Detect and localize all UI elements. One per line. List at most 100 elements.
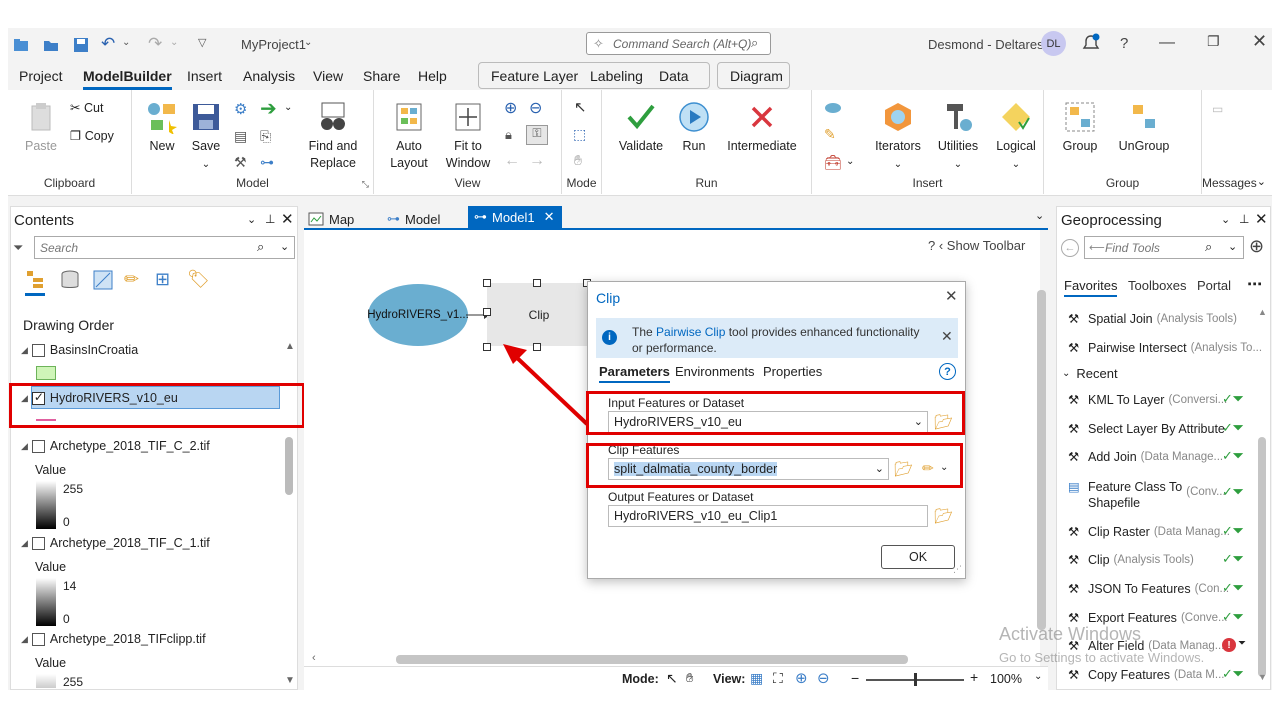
list-by-labeling-icon[interactable]: 🏷︎ — [187, 269, 210, 290]
previous-extent-icon[interactable]: ← — [504, 152, 520, 170]
zoom-slider-minus[interactable]: − — [851, 670, 859, 686]
zoom-out-icon[interactable]: ⊖ — [529, 98, 542, 118]
validate-button[interactable]: Validate — [616, 100, 666, 155]
success-check-icon[interactable]: ✓⏷ — [1222, 391, 1243, 407]
folder-browse-icon[interactable]: 📂︎ — [934, 507, 953, 525]
tool-clip-raster[interactable]: ⚒ Clip Raster (Data Manag... — [1068, 524, 1230, 540]
fit-to-window-icon[interactable]: ⛶ — [773, 670, 783, 687]
tool-add-join[interactable]: ⚒ Add Join (Data Manage... — [1068, 449, 1223, 465]
layer-archetype-c1[interactable]: ◢ Archetype_2018_TIF_C_1.tif — [21, 536, 210, 551]
tab-properties[interactable]: Properties — [763, 364, 822, 379]
zoom-slider-plus[interactable]: + — [970, 669, 978, 685]
pan-hand-icon[interactable]: ✋︎ — [574, 152, 582, 169]
list-by-editing-icon[interactable]: ✏ — [124, 269, 139, 290]
zoom-level[interactable]: 100% — [990, 672, 1022, 686]
scroll-down-icon[interactable]: ▼ — [1258, 672, 1267, 682]
model-node-clip[interactable]: Clip — [487, 283, 591, 346]
tool-clip[interactable]: ⚒ Clip (Analysis Tools) — [1068, 552, 1194, 568]
avatar[interactable]: DL — [1041, 31, 1066, 56]
success-check-icon[interactable]: ✓⏷ — [1222, 484, 1243, 500]
tab-toolboxes[interactable]: Toolboxes — [1128, 278, 1187, 293]
tab-model[interactable]: ⊶ Model — [387, 208, 440, 230]
geoprocessing-close-icon[interactable]: ✕ — [1255, 210, 1268, 228]
tab-environments[interactable]: Environments — [675, 364, 754, 379]
cut-button[interactable]: ✂ Cut — [70, 100, 103, 117]
tool-spatial-join[interactable]: ⚒ Spatial Join (Analysis Tools) — [1068, 311, 1237, 327]
contents-close-icon[interactable]: ✕ — [281, 210, 294, 228]
scroll-up-icon[interactable]: ▲ — [285, 341, 295, 352]
zoom-in-icon[interactable]: ⊕ — [795, 669, 808, 687]
pan-hand-icon[interactable]: ✋︎ — [686, 670, 693, 686]
ribbon-collapse-icon[interactable]: ⌄ — [1257, 175, 1266, 188]
minimize-icon[interactable]: — — [1159, 34, 1175, 52]
success-check-icon[interactable]: ✓⏷ — [1222, 420, 1243, 436]
success-check-icon[interactable]: ✓⏷ — [1222, 551, 1243, 567]
tab-help[interactable]: Help — [418, 68, 447, 84]
success-check-icon[interactable]: ✓⏷ — [1222, 523, 1243, 539]
legend-ramp[interactable] — [36, 674, 56, 688]
ungroup-button[interactable]: UnGroup — [1114, 100, 1174, 155]
auto-layout-icon[interactable]: ▦ — [750, 670, 763, 687]
success-check-icon[interactable]: ✓⏷ — [1222, 666, 1243, 682]
pin-icon[interactable]: ⊥ — [265, 212, 275, 226]
selection-handle[interactable] — [483, 343, 491, 351]
find-replace-button[interactable]: Find and Replace — [302, 100, 364, 172]
unlock-icon[interactable]: ⚿ — [526, 125, 548, 145]
error-icon[interactable]: ! — [1222, 638, 1236, 652]
open-project-icon[interactable] — [42, 36, 60, 54]
back-icon[interactable]: ← — [1061, 239, 1079, 257]
copy-button[interactable]: ❐ Copy — [70, 128, 114, 145]
success-check-icon[interactable]: ✓⏷ — [1222, 609, 1243, 625]
legend-ramp[interactable] — [36, 481, 56, 529]
legend-ramp[interactable] — [36, 578, 56, 626]
success-check-icon[interactable]: ✓⏷ — [1222, 448, 1243, 464]
contents-search-input[interactable]: Search ⌕ ⌄ — [34, 236, 295, 259]
model-node-input[interactable]: HydroRIVERS_v1... — [367, 284, 469, 346]
tool-select-layer-by-attribute[interactable]: ⚒ Select Layer By Attribute — [1068, 421, 1229, 437]
select-pointer-icon[interactable]: ↖ — [574, 98, 587, 116]
export-dropdown-icon[interactable]: ⌄ — [284, 102, 292, 113]
recent-heading[interactable]: ⌄ Recent — [1062, 366, 1118, 381]
find-tools-input[interactable]: ⟵ Find Tools ⌕ ⌄ — [1084, 236, 1244, 259]
tab-share[interactable]: Share — [363, 68, 400, 84]
tab-analysis[interactable]: Analysis — [243, 68, 295, 84]
next-extent-icon[interactable]: → — [529, 152, 545, 170]
toolbox-icon[interactable]: 🧰︎ — [824, 154, 842, 171]
help-icon[interactable]: ? — [1120, 35, 1128, 52]
intermediate-button[interactable]: Intermediate — [720, 100, 804, 155]
more-options-icon[interactable]: ⋯ — [1247, 275, 1262, 293]
tab-model1[interactable]: ⊶ Model1 ✕ — [468, 206, 562, 228]
project-name[interactable]: MyProject1 — [241, 37, 306, 52]
tool-feature-class-to-shapefile[interactable]: ▤ Feature Class To Shapefile (Conv... — [1068, 479, 1226, 511]
customize-qat-icon[interactable]: ▽ — [198, 36, 206, 49]
paste-button[interactable]: Paste — [20, 100, 62, 155]
tab-favorites[interactable]: Favorites — [1064, 278, 1118, 297]
report-icon[interactable]: ▤ — [234, 128, 247, 145]
save-model-button[interactable]: Save ⌄ — [186, 100, 226, 173]
redo-dropdown-icon[interactable]: ⌄ — [170, 37, 178, 48]
tab-data[interactable]: Data — [659, 68, 689, 84]
zoom-dropdown-icon[interactable]: ⌄ — [1034, 671, 1042, 682]
show-toolbar-button[interactable]: ? ‹ Show Toolbar — [928, 238, 1025, 253]
model-group-launcher-icon[interactable]: ⤡ — [362, 179, 369, 190]
project-dropdown-icon[interactable]: ⌄ — [304, 37, 312, 48]
logical-button[interactable]: Logical ⌄ — [990, 100, 1042, 173]
undo-icon[interactable]: ↶ — [101, 34, 115, 54]
restore-icon[interactable]: ❐ — [1207, 33, 1220, 50]
search-dropdown-icon[interactable]: ⌄ — [280, 240, 289, 253]
tab-modelbuilder[interactable]: ModelBuilder — [83, 68, 172, 90]
list-by-snapping-icon[interactable]: ⊞ — [155, 269, 170, 290]
lock-icon[interactable]: 🔒︎ — [505, 127, 512, 143]
new-project-icon[interactable] — [12, 36, 30, 54]
geoprocessing-scrollbar[interactable] — [1258, 437, 1266, 677]
create-label-icon[interactable]: ✎ — [824, 126, 836, 143]
layer-archetype-c2[interactable]: ◢ Archetype_2018_TIF_C_2.tif — [21, 439, 210, 454]
geoprocessing-options-icon[interactable]: ⌄ — [1221, 213, 1230, 226]
redo-icon[interactable]: ↷ — [148, 34, 162, 54]
list-by-selection-icon[interactable] — [92, 269, 114, 291]
layer-visibility-checkbox[interactable] — [31, 633, 45, 647]
undo-dropdown-icon[interactable]: ⌄ — [122, 37, 130, 48]
selection-handle[interactable] — [483, 279, 491, 287]
layer-visibility-checkbox[interactable] — [31, 440, 45, 454]
tab-map[interactable]: Map — [308, 208, 354, 230]
